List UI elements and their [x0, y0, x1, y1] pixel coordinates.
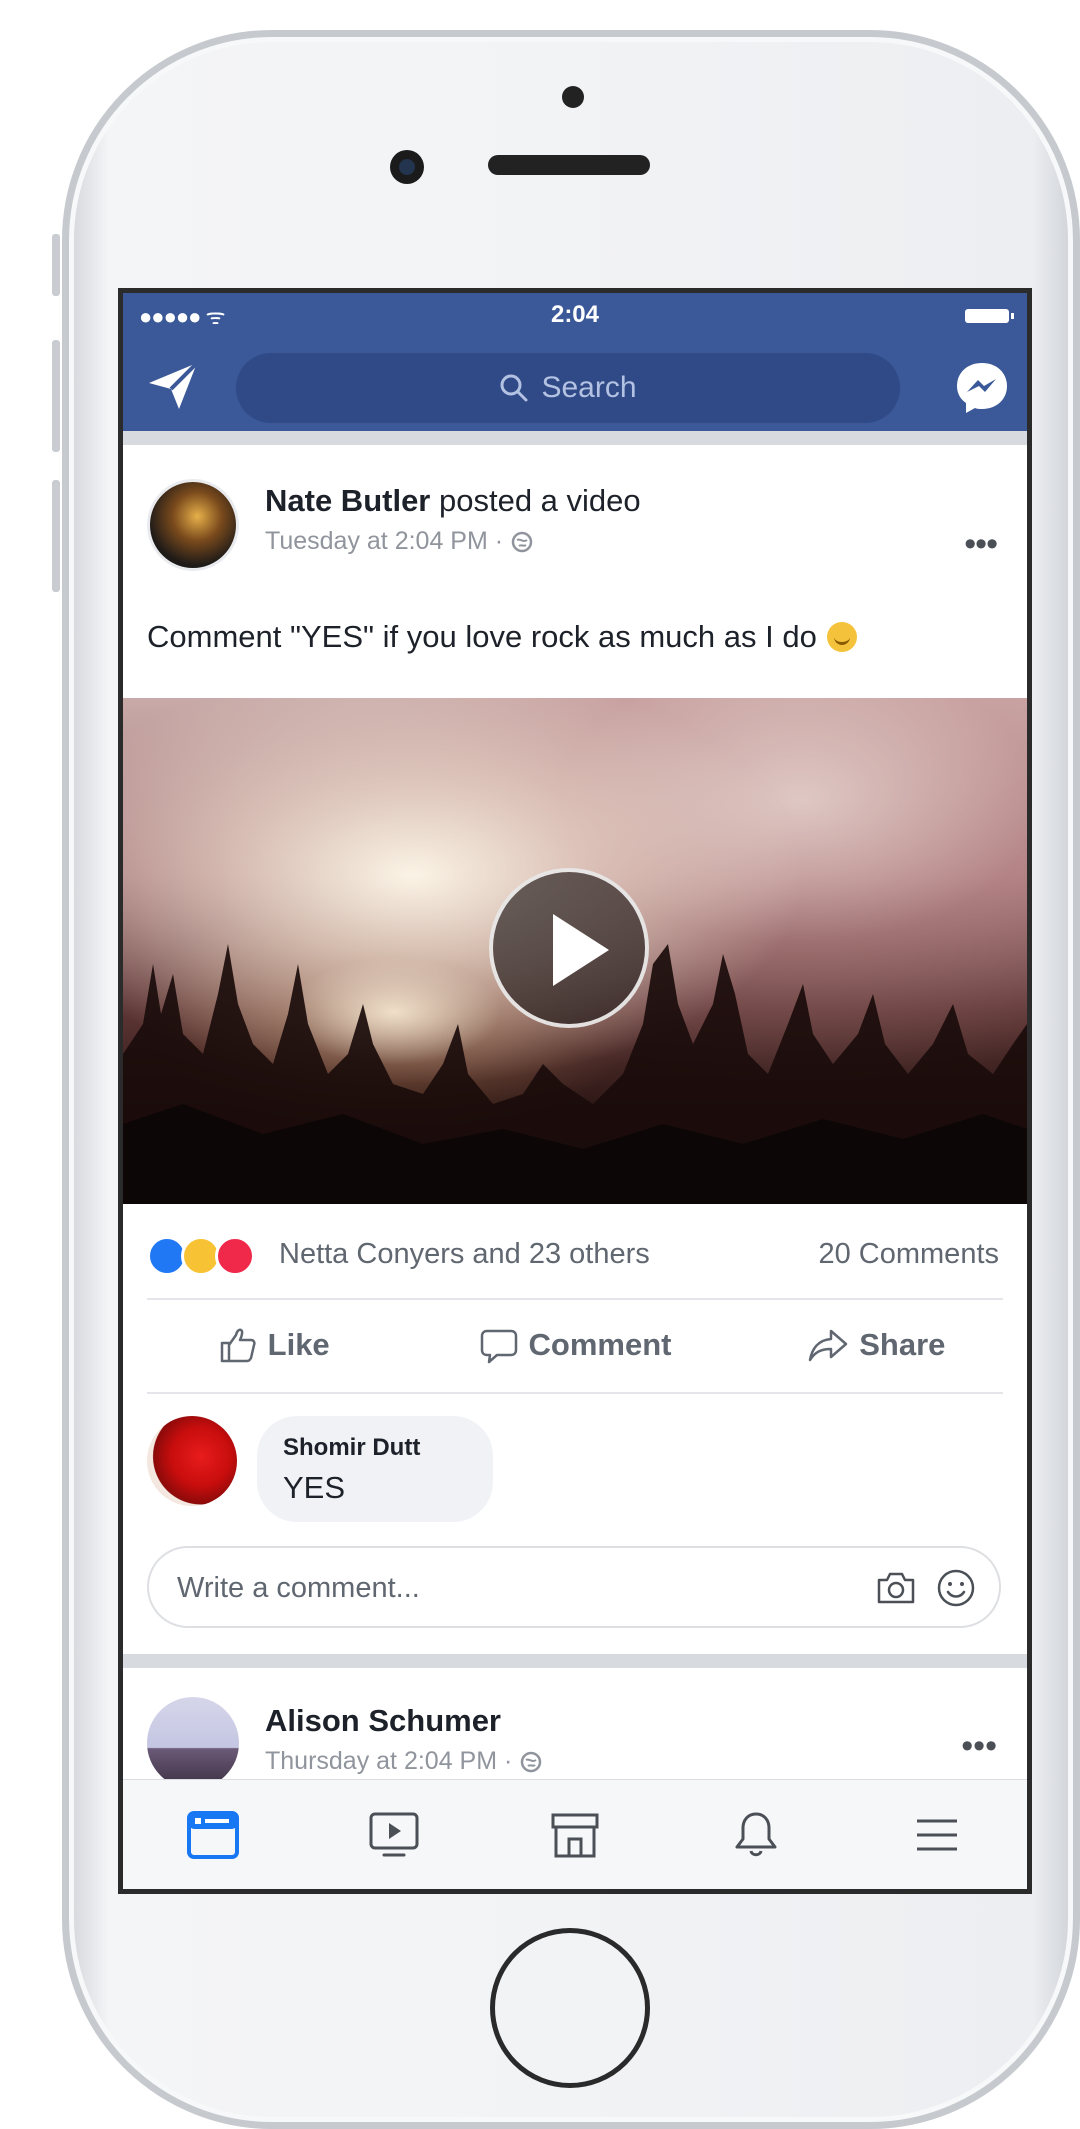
- post-timestamp: Tuesday at 2:04 PM ·: [265, 527, 533, 556]
- post-action: posted a video: [430, 483, 641, 518]
- avatar[interactable]: [147, 479, 239, 571]
- divider: [147, 1392, 1003, 1394]
- comment-bubble-icon: [480, 1329, 517, 1364]
- write-comment-placeholder: Write a comment...: [177, 1572, 420, 1604]
- hamburger-menu-icon: [916, 1819, 957, 1851]
- write-comment-field[interactable]: Write a comment...: [147, 1546, 1001, 1628]
- post-time[interactable]: Thursday at 2:04 PM ·: [265, 1747, 512, 1776]
- post-author[interactable]: Alison Schumer: [265, 1703, 501, 1739]
- front-camera: [390, 150, 424, 184]
- top-nav-bar: Search: [123, 339, 1027, 431]
- grinning-emoji-icon: [826, 622, 857, 652]
- thumbs-up-icon: [220, 1328, 256, 1363]
- tab-menu[interactable]: [902, 1800, 972, 1870]
- search-bar[interactable]: Search: [236, 353, 900, 423]
- comment-text: YES: [283, 1470, 346, 1505]
- share-arrow-icon: [808, 1329, 848, 1362]
- earpiece-speaker: [488, 155, 650, 175]
- news-feed-icon: [187, 1811, 240, 1859]
- watch-icon: [369, 1812, 419, 1857]
- camera-icon[interactable]: [875, 1568, 917, 1608]
- like-label: Like: [267, 1327, 330, 1362]
- feed-separator: [123, 431, 1027, 445]
- volume-up-button: [52, 340, 60, 452]
- share-button[interactable]: Share: [726, 1298, 1027, 1392]
- send-icon[interactable]: [145, 359, 201, 413]
- globe-icon: [521, 1751, 542, 1772]
- bottom-tab-bar: [123, 1779, 1027, 1889]
- share-label: Share: [859, 1327, 946, 1362]
- post-header: Nate Butler posted a video Tuesday at 2:…: [123, 445, 1027, 585]
- more-options-icon[interactable]: •••: [964, 525, 998, 564]
- messenger-icon[interactable]: [953, 359, 1011, 417]
- search-icon: [500, 374, 528, 402]
- tab-news-feed[interactable]: [178, 1800, 248, 1870]
- feed-separator: [123, 1654, 1027, 1668]
- emoji-icon[interactable]: [935, 1567, 977, 1609]
- comment-count[interactable]: 20 Comments: [818, 1238, 999, 1271]
- home-button[interactable]: [490, 1928, 650, 2088]
- comment-bubble: Shomir Dutt YES: [257, 1416, 493, 1522]
- marketplace-icon: [551, 1813, 599, 1858]
- like-button[interactable]: Like: [123, 1298, 424, 1392]
- globe-icon: [511, 531, 533, 552]
- post-actions: Like Comment Share: [123, 1298, 1027, 1392]
- battery-icon: [965, 309, 1014, 323]
- tab-watch[interactable]: [359, 1800, 429, 1870]
- more-options-icon[interactable]: •••: [961, 1727, 997, 1766]
- post-timestamp: Thursday at 2:04 PM ·: [265, 1747, 542, 1776]
- search-placeholder: Search: [541, 371, 637, 404]
- post-author[interactable]: Nate Butler: [265, 483, 430, 518]
- post-time[interactable]: Tuesday at 2:04 PM ·: [265, 527, 503, 556]
- tab-notifications[interactable]: [721, 1800, 791, 1870]
- post-body: Comment "YES" if you love rock as much a…: [147, 619, 817, 654]
- play-button[interactable]: [489, 868, 649, 1028]
- post-title: Nate Butler posted a video: [265, 483, 641, 519]
- comment-label: Comment: [528, 1327, 672, 1362]
- comment-button[interactable]: Comment: [424, 1298, 725, 1392]
- comment-author[interactable]: Shomir Dutt: [283, 1434, 420, 1462]
- bell-icon: [735, 1812, 777, 1857]
- post-text: Comment "YES" if you love rock as much a…: [147, 619, 857, 655]
- status-bar: ●●●●● ᯤ 2:04: [123, 293, 1027, 339]
- mute-switch: [52, 234, 60, 296]
- volume-down-button: [52, 480, 60, 592]
- avatar[interactable]: [147, 1416, 237, 1506]
- sensor-dot: [562, 86, 584, 108]
- avatar[interactable]: [147, 1697, 239, 1789]
- reaction-names[interactable]: Netta Conyers and 23 others: [279, 1238, 650, 1271]
- reaction-icons[interactable]: [147, 1236, 255, 1276]
- status-time: 2:04: [550, 301, 600, 328]
- love-reaction-icon: [215, 1236, 255, 1276]
- reactions-bar: Netta Conyers and 23 others 20 Comments: [123, 1204, 1027, 1298]
- video-player[interactable]: [123, 698, 1027, 1204]
- phone-screen: ●●●●● ᯤ 2:04 Search Nate Butler posted a…: [118, 288, 1032, 1894]
- tab-marketplace[interactable]: [540, 1800, 610, 1870]
